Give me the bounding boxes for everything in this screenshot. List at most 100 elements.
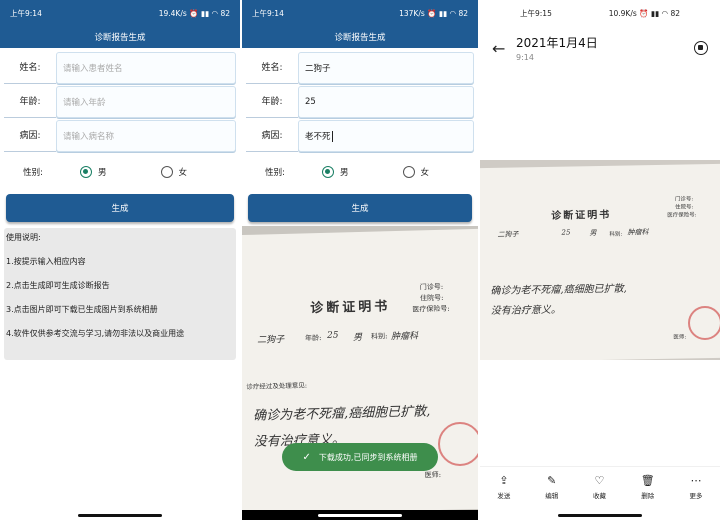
- radio-checked-icon: [322, 166, 334, 178]
- gender-group: 性别: 男 女: [0, 154, 240, 190]
- trash-icon: 🗑: [640, 473, 655, 487]
- phone-screen-gallery: 上午9:15 10.9K/s ⏰ ▮▮ ◠ 82 ← 2021年1月4日 9:1…: [480, 0, 720, 520]
- delete-button[interactable]: 🗑 删除: [641, 474, 655, 500]
- doctor-label: 医师:: [424, 470, 442, 480]
- generate-button[interactable]: 生成: [248, 194, 472, 222]
- battery-level: 82: [458, 8, 468, 18]
- age-input[interactable]: 25: [298, 86, 474, 118]
- status-time: 上午9:14: [252, 8, 284, 18]
- status-time: 上午9:14: [10, 8, 42, 18]
- name-placeholder: 请输入患者姓名: [63, 64, 123, 74]
- gender-female-label: 女: [178, 168, 188, 178]
- more-icon: ⋯: [690, 473, 702, 487]
- share-button[interactable]: ⇪ 发送: [497, 474, 510, 500]
- app-header: 上午9:14 19.4K/s ⏰ ▮▮ ◠ 82 诊断报告生成: [0, 0, 240, 48]
- gallery-photo[interactable]: 诊断证明书 门诊号: 住院号: 医疗保险号: 二狗子 25 男 科别: 肿瘤科 …: [480, 160, 720, 360]
- patient-form: 姓名: 请输入患者姓名 年龄: 请输入年龄 病因: 请输入病名称: [0, 48, 240, 152]
- instruction-item: 3.点击图片即可下载已生成图片到系统相册: [6, 305, 158, 314]
- name-label: 姓名:: [4, 52, 56, 84]
- delete-label: 删除: [641, 491, 655, 500]
- back-arrow-icon[interactable]: ←: [492, 39, 516, 58]
- department-handwritten: 肿瘤科: [390, 331, 419, 343]
- photo-time: 9:14: [516, 53, 534, 62]
- network-speed: 19.4K/s: [158, 8, 187, 18]
- red-seal-stamp: [438, 422, 478, 466]
- phone-screen-form-filled: 上午9:14 137K/s ⏰ ▮▮ ◠ 82 诊断报告生成 姓名: 二狗子 年…: [242, 0, 478, 520]
- more-label: 更多: [689, 491, 703, 500]
- gesture-bar[interactable]: [0, 510, 240, 520]
- page-title: 诊断报告生成: [94, 33, 146, 43]
- patient-name-handwritten: 二狗子: [497, 230, 519, 239]
- gender-male-radio[interactable]: 男: [80, 166, 107, 178]
- gesture-bar[interactable]: [480, 510, 720, 520]
- disease-placeholder: 请输入病名称: [63, 132, 115, 142]
- favorite-label: 收藏: [592, 491, 606, 500]
- disease-field: 病因: 老不死: [246, 120, 474, 152]
- gender-male-label: 男: [98, 168, 107, 178]
- diagnosis-line-1: 确诊为老不死瘤,癌细胞已扩散,: [490, 283, 627, 297]
- edit-button[interactable]: ✎ 编辑: [545, 474, 558, 500]
- status-right: 137K/s ⏰ ▮▮ ◠ 82: [399, 8, 468, 18]
- favorite-button[interactable]: ♡ 收藏: [593, 474, 606, 500]
- app-header: 上午9:14 137K/s ⏰ ▮▮ ◠ 82 诊断报告生成: [242, 0, 478, 48]
- department-label: 科别:: [609, 231, 623, 238]
- disease-value: 老不死: [305, 132, 331, 142]
- name-input[interactable]: 二狗子: [298, 52, 474, 84]
- doctor-label: 医师:: [673, 334, 687, 341]
- home-indicator[interactable]: [78, 513, 162, 517]
- check-icon: ✓: [302, 451, 311, 463]
- diagnosis-line-1: 确诊为老不死瘤,癌细胞已扩散,: [252, 404, 431, 424]
- status-bar: 上午9:14 137K/s ⏰ ▮▮ ◠ 82: [242, 0, 478, 26]
- gender-group: 性别: 男 女: [242, 154, 478, 190]
- battery-level: 82: [670, 8, 680, 18]
- text-caret: [331, 130, 333, 142]
- certificate-title: 诊断证明书: [310, 299, 391, 317]
- more-button[interactable]: ⋯ 更多: [690, 474, 703, 500]
- rotate-icon[interactable]: [694, 41, 708, 55]
- instruction-item: 1.按提示输入相应内容: [6, 257, 86, 266]
- gender-handwritten: 男: [352, 332, 363, 344]
- gender-female-radio[interactable]: 女: [160, 166, 188, 178]
- disease-input[interactable]: 老不死: [298, 120, 474, 152]
- status-right: 10.9K/s ⏰ ▮▮ ◠ 82: [608, 8, 680, 18]
- gallery-header: ← 2021年1月4日 9:14: [480, 26, 720, 70]
- radio-unchecked-icon: [160, 166, 173, 178]
- name-input[interactable]: 请输入患者姓名: [56, 52, 236, 84]
- diagnosis-line-2: 没有治疗意义。: [490, 304, 561, 317]
- gesture-bar[interactable]: [242, 510, 478, 520]
- gender-female-radio[interactable]: 女: [402, 166, 429, 178]
- heart-icon: ♡: [594, 473, 605, 487]
- gender-label: 性别:: [23, 168, 43, 178]
- status-right: 19.4K/s ⏰ ▮▮ ◠ 82: [158, 8, 230, 18]
- name-value: 二狗子: [305, 64, 331, 74]
- admission-number-label: 住院号:: [419, 293, 444, 303]
- disease-label: 病因:: [4, 120, 56, 152]
- age-value: 25: [305, 97, 316, 107]
- share-icon: ⇪: [499, 473, 509, 487]
- home-indicator[interactable]: [318, 513, 402, 517]
- gender-label: 性别:: [265, 168, 285, 178]
- age-handwritten: 25: [561, 228, 571, 237]
- status-time: 上午9:15: [520, 8, 552, 18]
- edit-label: 编辑: [545, 491, 559, 500]
- gender-male-radio[interactable]: 男: [322, 166, 349, 178]
- red-seal-stamp: [688, 306, 720, 340]
- age-label: 年龄:: [4, 86, 56, 118]
- download-success-toast: ✓ 下载成功,已同步到系统相册: [282, 443, 438, 471]
- name-field: 姓名: 二狗子: [246, 52, 474, 84]
- patient-form: 姓名: 二狗子 年龄: 25 病因: 老不死: [242, 48, 478, 152]
- home-indicator[interactable]: [558, 513, 642, 517]
- network-speed: 10.9K/s: [608, 8, 637, 18]
- disease-field: 病因: 请输入病名称: [4, 120, 236, 152]
- age-input[interactable]: 请输入年龄: [56, 86, 236, 118]
- radio-unchecked-icon: [402, 166, 415, 178]
- status-bar: 上午9:14 19.4K/s ⏰ ▮▮ ◠ 82: [0, 0, 240, 26]
- certificate-title: 诊断证明书: [551, 209, 612, 222]
- instructions-panel: 使用说明: 1.按提示输入相应内容 2.点击生成即可生成诊断报告 3.点击图片即…: [4, 228, 236, 360]
- instruction-item: 4.软件仅供参考交流与学习,请勿非法以及商业用途: [6, 329, 185, 338]
- disease-input[interactable]: 请输入病名称: [56, 120, 236, 152]
- age-placeholder: 请输入年龄: [63, 98, 106, 108]
- generate-button[interactable]: 生成: [6, 194, 234, 222]
- phone-screen-form-empty: 上午9:14 19.4K/s ⏰ ▮▮ ◠ 82 诊断报告生成 姓名: 请输入患…: [0, 0, 240, 520]
- instruction-item: 2.点击生成即可生成诊断报告: [6, 281, 110, 290]
